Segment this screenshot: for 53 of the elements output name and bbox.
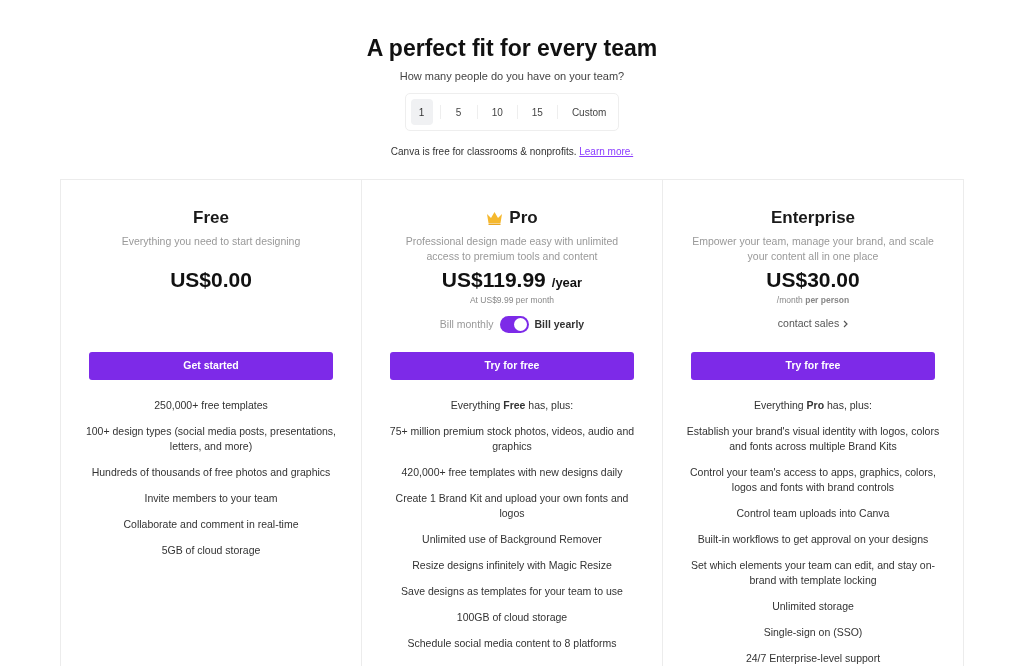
feature-item: Set which elements your team can edit, and stay on-brand with template locking xyxy=(690,558,936,588)
feature-item: 75+ million premium stock photos, videos, audio and graphics xyxy=(388,424,636,454)
team-size-option[interactable]: 10 xyxy=(484,99,510,125)
plan-button[interactable]: Try for free xyxy=(390,352,634,380)
plan-button[interactable]: Try for free xyxy=(691,352,935,380)
feature-item: 24/7 Enterprise-level support xyxy=(745,651,881,666)
plan-price: US$30.00 xyxy=(766,267,860,293)
plan-description: Everything you need to start designing xyxy=(121,234,301,249)
feature-item: Hundreds of thousands of free photos and graphics xyxy=(91,465,331,480)
billing-toggle[interactable] xyxy=(499,316,529,333)
page-title: A perfect fit for every team xyxy=(366,34,658,63)
plan-price: US$0.00 xyxy=(170,267,252,293)
plan-name: Enterprise xyxy=(770,207,856,229)
feature-item: Save designs as templates for your team to use xyxy=(401,584,623,599)
feature-item: Create 1 Brand Kit and upload your own fonts and logos xyxy=(394,491,630,521)
price-note: At US$9.99 per month xyxy=(469,294,555,306)
feature-item: 5GB of cloud storage xyxy=(161,543,261,558)
price-period: /year xyxy=(551,274,583,292)
plan-name: Pro xyxy=(509,207,538,229)
feature-item: Everything Pro has, plus: xyxy=(754,398,872,413)
feature-item: 100GB of cloud storage xyxy=(456,610,568,625)
feature-item: Single-sign on (SSO) xyxy=(763,625,863,640)
feature-item: Resize designs infinitely with Magic Resize xyxy=(412,558,612,573)
feature-item: 250,000+ free templates xyxy=(154,398,268,413)
team-size-option[interactable]: 5 xyxy=(447,99,470,125)
plan-button[interactable]: Get started xyxy=(89,352,333,380)
feature-item: Unlimited use of Background Remover xyxy=(422,532,602,547)
feature-item: Invite members to your team xyxy=(144,491,278,506)
feature-item: Collaborate and comment in real-time xyxy=(123,517,299,532)
feature-item: Built-in workflows to get approval on your designs xyxy=(697,532,929,547)
plan-description: Professional design made easy with unlimited access to premium tools and content xyxy=(404,234,620,264)
page-subtitle: How many people do you have on your team? xyxy=(399,69,625,84)
feature-item: Everything Free has, plus: xyxy=(450,398,574,413)
feature-item: Establish your brand's visual identity with logos, colors and fonts across multiple Brand Kits xyxy=(685,424,941,454)
team-size-option[interactable]: 15 xyxy=(524,99,550,125)
feature-item: Schedule social media content to 8 platforms xyxy=(407,636,617,651)
feature-item: 420,000+ free templates with new designs daily xyxy=(401,465,623,480)
plan-name: Free xyxy=(193,207,229,229)
plan-description: Empower your team, manage your brand, and scale your content all in one place xyxy=(691,234,935,264)
plan-price: US$119.99 xyxy=(441,267,546,293)
nonprofit-note: Canva is free for classrooms & nonprofits. Learn more. xyxy=(390,145,634,159)
contact-sales-link[interactable]: contact sales xyxy=(777,316,849,332)
price-note: /month per person xyxy=(776,294,850,306)
feature-item: Control team uploads into Canva xyxy=(736,506,890,521)
chevron-right-icon xyxy=(843,319,849,328)
billing-label: Bill monthly xyxy=(439,316,494,332)
feature-item: Control your team's access to apps, graphics, colors, logos and fonts with brand controls xyxy=(689,465,937,495)
team-size-option[interactable]: 1 xyxy=(410,99,433,125)
learn-more-link[interactable]: Learn more. xyxy=(579,146,634,157)
feature-item: 100+ design types (social media posts, presentations, letters, and more) xyxy=(84,424,338,454)
billing-label: Bill yearly xyxy=(534,316,585,332)
team-size-option[interactable]: Custom xyxy=(564,99,614,125)
feature-item: Unlimited storage xyxy=(772,599,854,614)
